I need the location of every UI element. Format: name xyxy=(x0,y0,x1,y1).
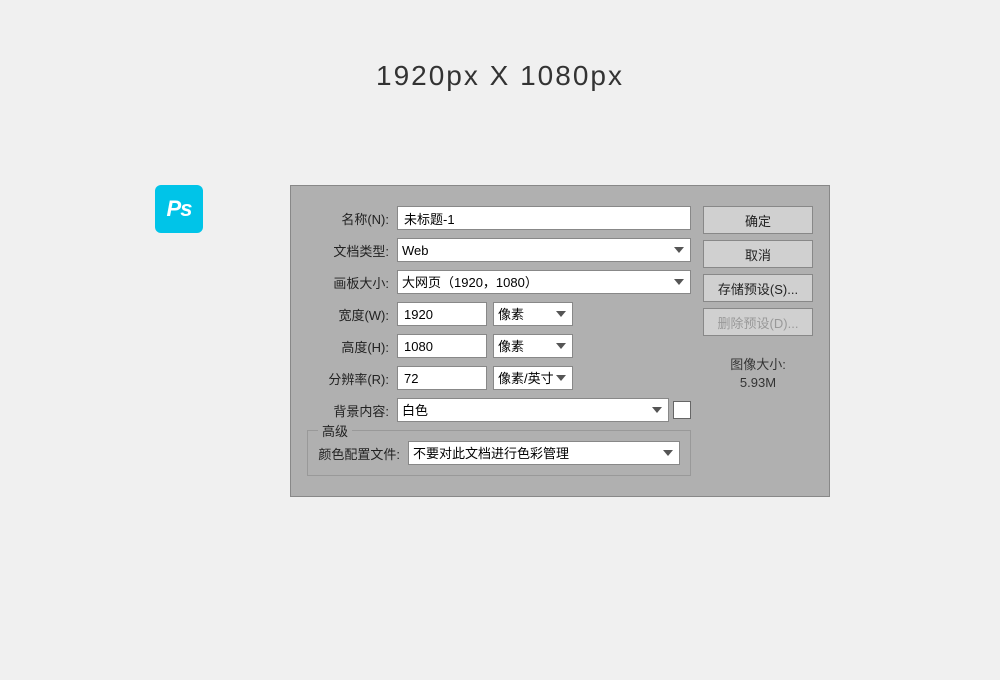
name-row: 名称(N): xyxy=(307,206,691,230)
dialog-right-panel: 确定 取消 存储预设(S)... 删除预设(D)... 图像大小: 5.93M xyxy=(703,206,813,476)
save-preset-button[interactable]: 存储预设(S)... xyxy=(703,274,813,302)
bg-label: 背景内容: xyxy=(307,401,397,420)
ps-icon-wrapper: Ps xyxy=(155,185,203,233)
confirm-button[interactable]: 确定 xyxy=(703,206,813,234)
page-title: 1920px X 1080px xyxy=(0,0,1000,92)
advanced-section: 高级 颜色配置文件: 不要对此文档进行色彩管理 sRGB IEC61966-2.… xyxy=(307,430,691,476)
color-profile-row: 颜色配置文件: 不要对此文档进行色彩管理 sRGB IEC61966-2.1 A… xyxy=(318,441,680,465)
resolution-input[interactable] xyxy=(397,366,487,390)
ps-icon: Ps xyxy=(155,185,203,233)
image-size-info: 图像大小: 5.93M xyxy=(703,354,813,390)
width-row: 宽度(W): 像素 英寸 厘米 毫米 xyxy=(307,302,691,326)
resolution-row: 分辨率(R): 像素/英寸 像素/厘米 xyxy=(307,366,691,390)
canvas-select[interactable]: 大网页（1920，1080） xyxy=(397,270,691,294)
resolution-label: 分辨率(R): xyxy=(307,369,397,388)
height-unit-select[interactable]: 像素 英寸 厘米 毫米 xyxy=(493,334,573,358)
bg-row: 背景内容: 白色 背景色 透明 自定义 xyxy=(307,398,691,422)
advanced-legend: 高级 xyxy=(318,421,352,440)
height-input[interactable] xyxy=(397,334,487,358)
delete-preset-button[interactable]: 删除预设(D)... xyxy=(703,308,813,336)
canvas-row: 画板大小: 大网页（1920，1080） xyxy=(307,270,691,294)
resolution-unit-select[interactable]: 像素/英寸 像素/厘米 xyxy=(493,366,573,390)
color-profile-label: 颜色配置文件: xyxy=(318,444,408,463)
height-row: 高度(H): 像素 英寸 厘米 毫米 xyxy=(307,334,691,358)
doc-type-select[interactable]: Web xyxy=(397,238,691,262)
doc-type-label: 文档类型: xyxy=(307,241,397,260)
canvas-label: 画板大小: xyxy=(307,273,397,292)
width-input[interactable] xyxy=(397,302,487,326)
name-label: 名称(N): xyxy=(307,209,397,228)
bg-color-swatch[interactable] xyxy=(673,401,691,419)
doc-type-row: 文档类型: Web xyxy=(307,238,691,262)
color-profile-select[interactable]: 不要对此文档进行色彩管理 sRGB IEC61966-2.1 Adobe RGB… xyxy=(408,441,680,465)
bg-select[interactable]: 白色 背景色 透明 自定义 xyxy=(397,398,669,422)
dialog-form: 名称(N): 文档类型: Web 画板大小: 大网页（1920，1080） 宽度… xyxy=(307,206,691,476)
image-size-value: 5.93M xyxy=(703,375,813,390)
width-unit-select[interactable]: 像素 英寸 厘米 毫米 xyxy=(493,302,573,326)
cancel-button[interactable]: 取消 xyxy=(703,240,813,268)
height-label: 高度(H): xyxy=(307,337,397,356)
new-document-dialog: 名称(N): 文档类型: Web 画板大小: 大网页（1920，1080） 宽度… xyxy=(290,185,830,497)
width-label: 宽度(W): xyxy=(307,305,397,324)
image-size-label: 图像大小: xyxy=(703,354,813,373)
name-input[interactable] xyxy=(397,206,691,230)
